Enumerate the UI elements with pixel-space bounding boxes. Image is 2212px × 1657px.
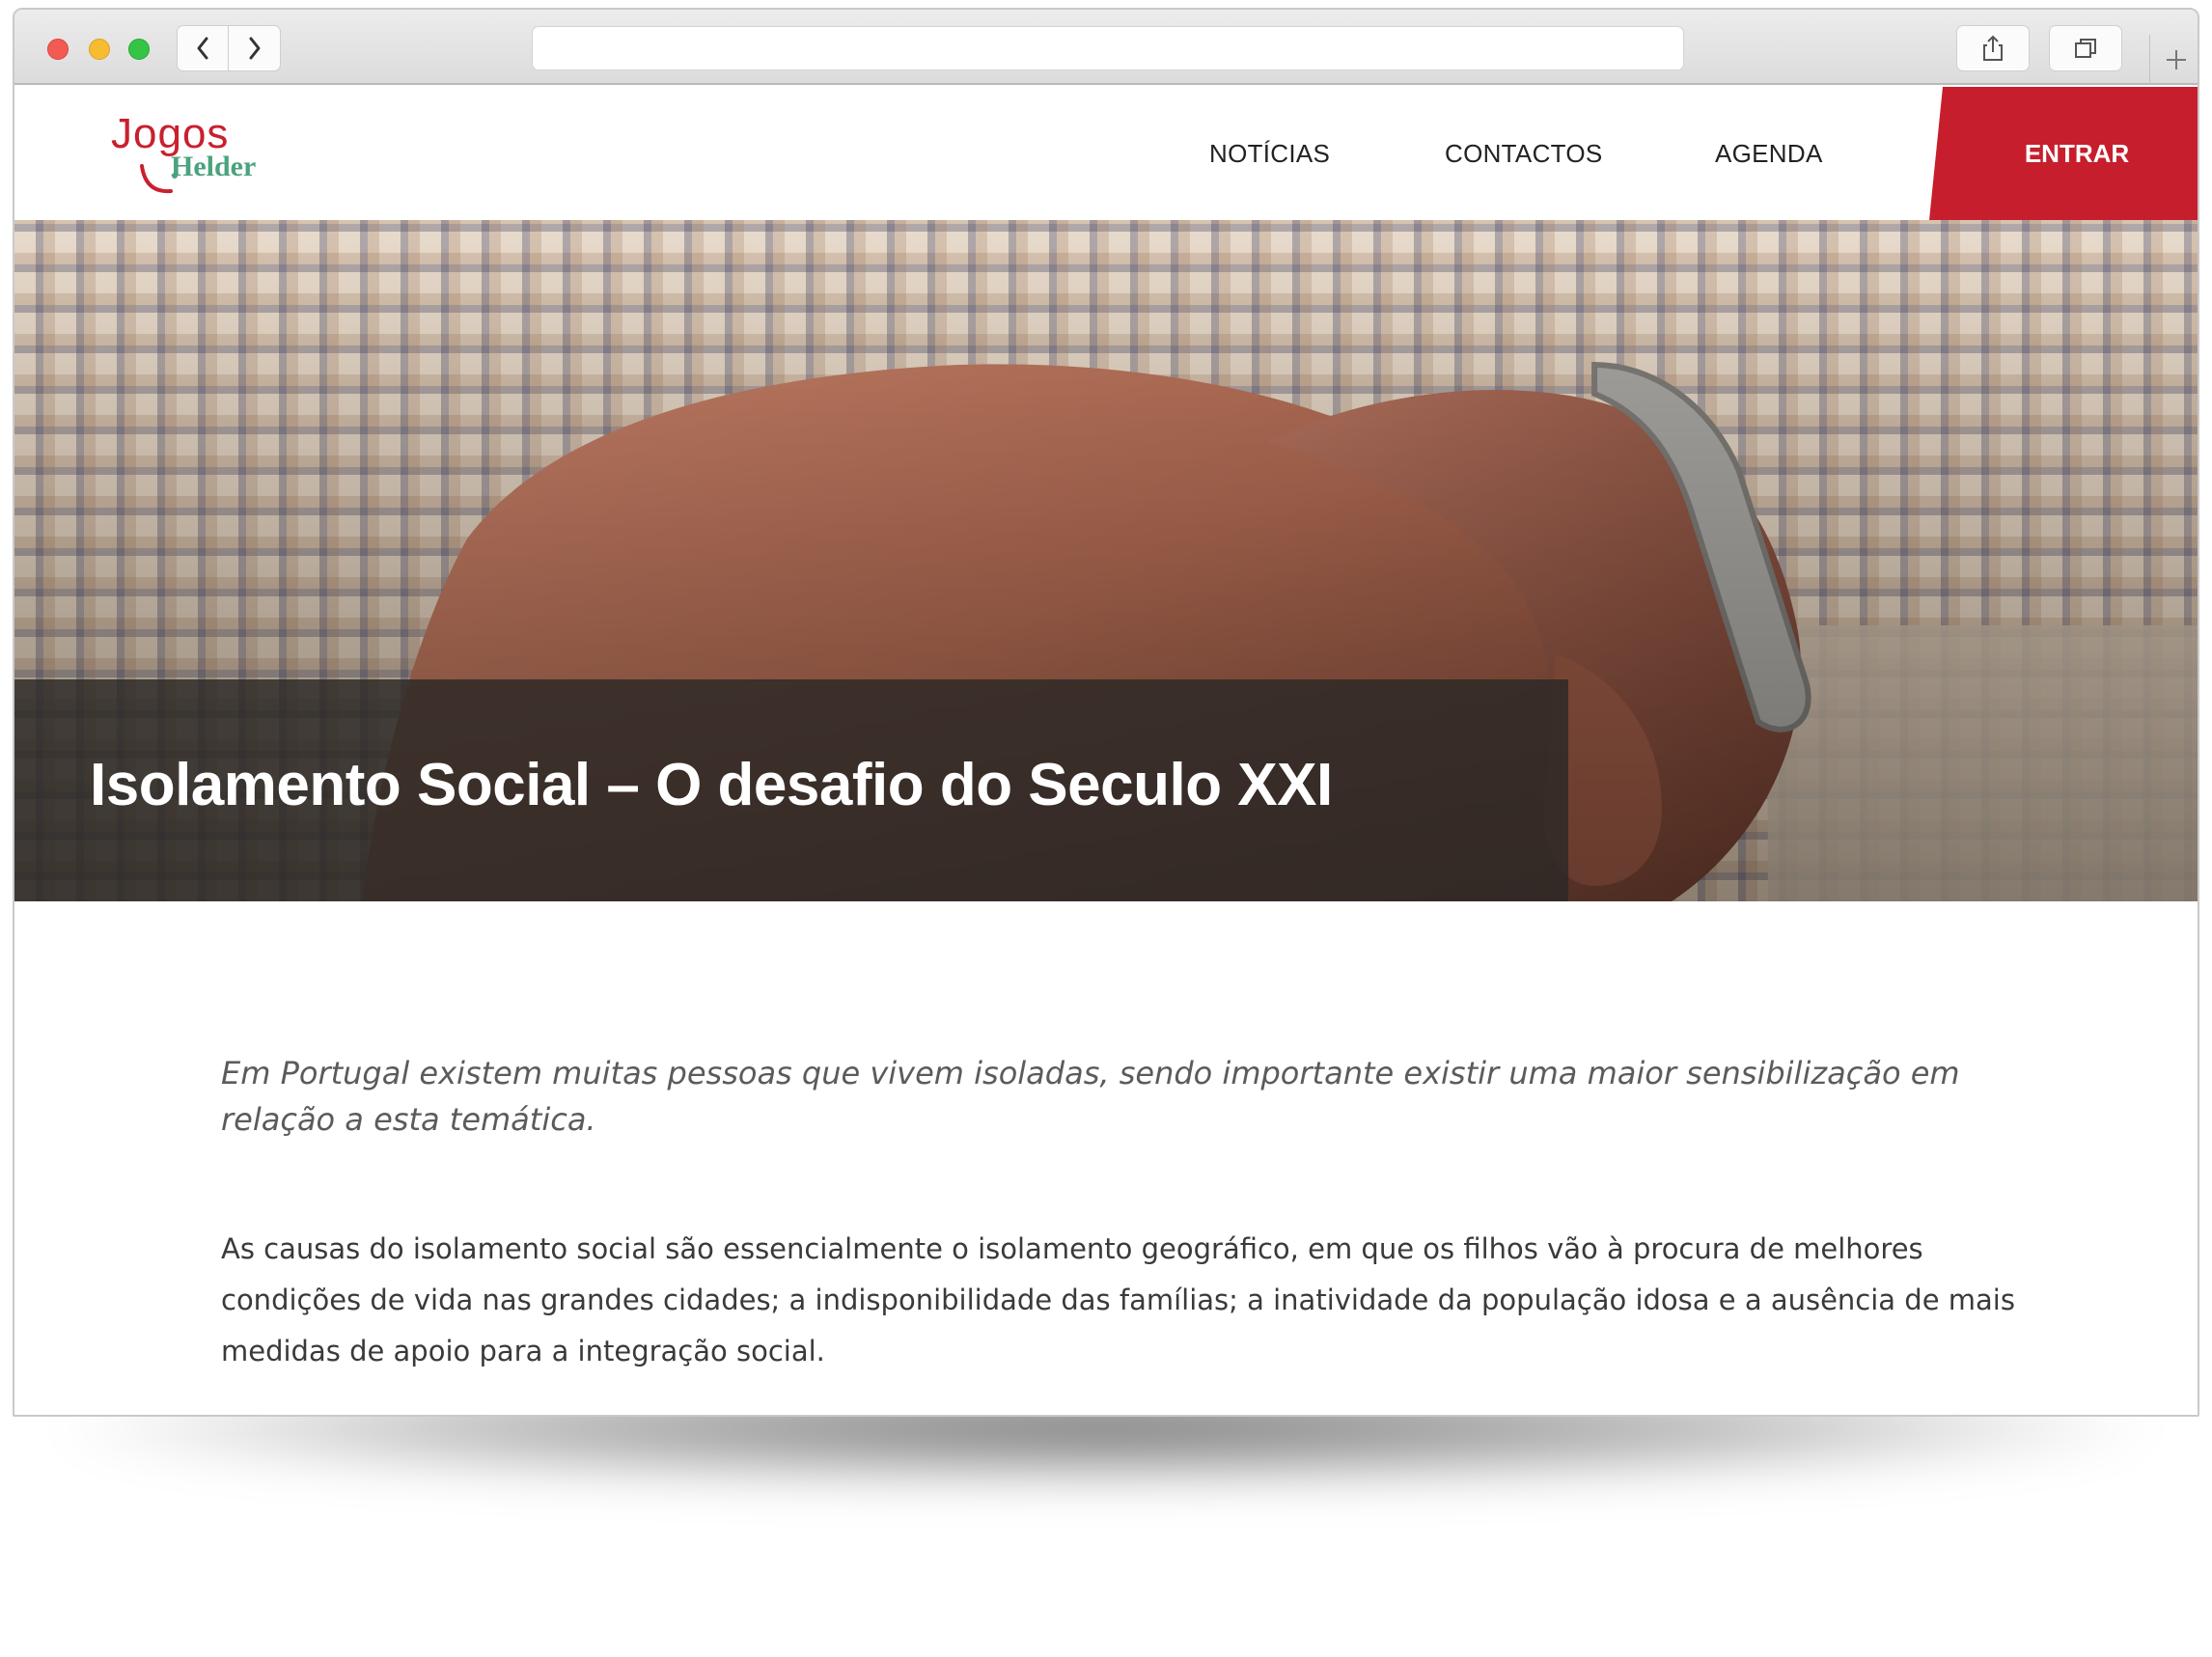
zoom-window-button[interactable] (128, 39, 150, 60)
nav-item-contactos[interactable]: CONTACTOS (1445, 87, 1603, 220)
nav-item-agenda[interactable]: AGENDA (1715, 87, 1823, 220)
browser-window: Jogos Helder NOTÍCIAS CONTACTOS AGENDA E… (13, 8, 2199, 1417)
share-icon (1983, 35, 2003, 61)
hero-image: Isolamento Social – O desafio do Seculo … (14, 220, 2198, 901)
show-tabs-button[interactable] (2049, 25, 2122, 71)
close-window-button[interactable] (47, 39, 69, 60)
entrar-button[interactable]: ENTRAR (1929, 87, 2198, 220)
nav-label: CONTACTOS (1445, 138, 1603, 168)
page-title: Isolamento Social – O desafio do Seculo … (90, 752, 1333, 818)
back-icon (197, 37, 208, 60)
tabs-icon (2075, 39, 2096, 58)
forward-icon (249, 37, 260, 60)
nav-item-noticias[interactable]: NOTÍCIAS (1209, 87, 1330, 220)
site-logo[interactable]: Jogos Helder (111, 110, 285, 197)
article-lead: Em Portugal existem muitas pessoas que v… (221, 1055, 1960, 1138)
minimize-window-button[interactable] (89, 39, 110, 60)
entrar-label: ENTRAR (2024, 138, 2130, 168)
nav-label: NOTÍCIAS (1209, 138, 1331, 168)
plus-icon (2166, 50, 2186, 69)
nav-label: AGENDA (1715, 138, 1823, 168)
site-header: Jogos Helder NOTÍCIAS CONTACTOS AGENDA E… (14, 87, 2198, 220)
back-button[interactable] (177, 25, 229, 71)
share-button[interactable] (1956, 25, 2030, 71)
article-body: As causas do isolamento social são essen… (221, 1232, 2015, 1367)
forward-button[interactable] (229, 25, 281, 71)
new-tab-button[interactable] (2149, 35, 2198, 85)
logo-word-helder: Helder (171, 151, 257, 182)
address-bar[interactable] (532, 26, 1684, 70)
browser-toolbar (14, 10, 2198, 85)
